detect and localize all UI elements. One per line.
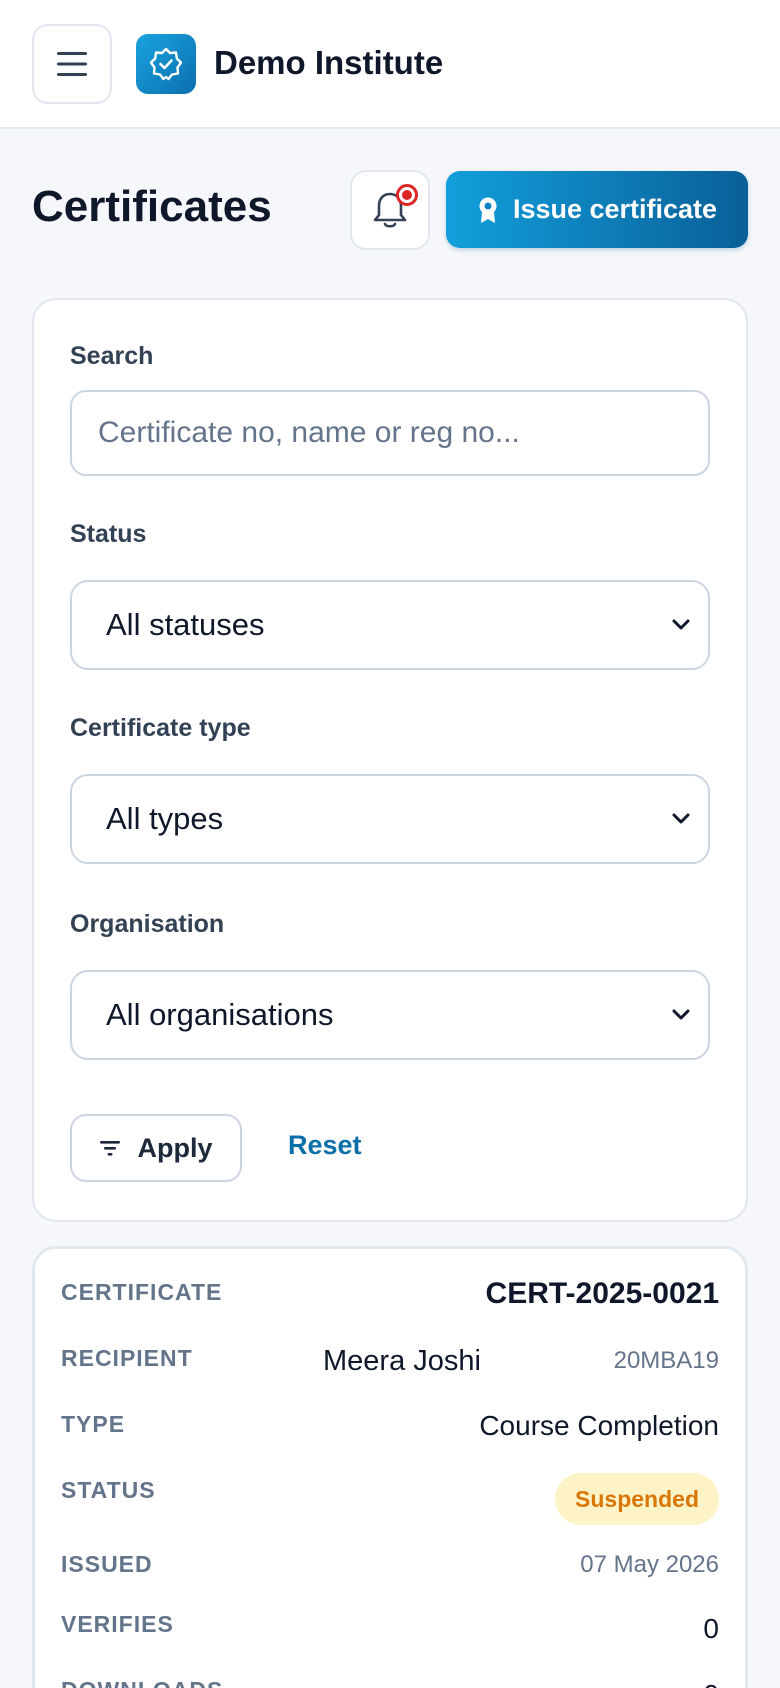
recipient-name: Meera Joshi — [323, 1345, 481, 1377]
apply-filters-button[interactable]: Apply — [70, 1114, 242, 1182]
status-select-value: All statuses — [106, 607, 265, 642]
certificate-number[interactable]: CERT-2025-0021 — [486, 1277, 719, 1311]
search-label: Search — [70, 342, 154, 370]
verified-badge-icon — [149, 47, 183, 81]
recipient-key: RECIPIENT — [61, 1345, 193, 1371]
status-key: STATUS — [61, 1477, 156, 1503]
certificate-type-label: Certificate type — [70, 714, 251, 742]
status-label: Status — [70, 520, 147, 548]
organisation-select-value: All organisations — [106, 997, 334, 1032]
reset-filters-link[interactable]: Reset — [288, 1130, 362, 1161]
verifies-count: 0 — [703, 1613, 719, 1644]
downloads-key: DOWNLOADS — [61, 1677, 223, 1688]
award-ribbon-icon — [479, 197, 497, 223]
issued-date: 07 May 2026 — [580, 1551, 719, 1578]
certificate-type-value: Course Completion — [479, 1410, 719, 1441]
search-input[interactable] — [70, 390, 710, 476]
chevron-down-icon — [670, 808, 692, 830]
organisation-select[interactable]: All organisations — [70, 970, 710, 1060]
filter-panel: Search Status All statuses Certificate t… — [32, 298, 748, 1222]
certificate-type-select[interactable]: All types — [70, 774, 710, 864]
certificate-type-select-value: All types — [106, 801, 224, 836]
downloads-count: 0 — [703, 1679, 719, 1688]
verifies-key: VERIFIES — [61, 1611, 174, 1637]
menu-button[interactable] — [32, 24, 112, 104]
brand-name: Demo Institute — [214, 44, 444, 81]
status-badge: Suspended — [555, 1473, 719, 1525]
status-select[interactable]: All statuses — [70, 580, 710, 670]
issued-key: ISSUED — [61, 1551, 153, 1577]
filter-lines-icon — [100, 1141, 121, 1156]
issue-certificate-label: Issue certificate — [512, 194, 718, 224]
page-title: Certificates — [32, 182, 272, 231]
notification-alert-dot — [396, 184, 418, 206]
certificate-card[interactable]: CERTIFICATE CERT-2025-0021 RECIPIENT Mee… — [32, 1246, 748, 1688]
hamburger-icon — [57, 52, 87, 76]
issue-certificate-button[interactable]: Issue certificate — [446, 171, 748, 248]
organisation-label: Organisation — [70, 910, 225, 938]
chevron-down-icon — [670, 1004, 692, 1026]
recipient-reg-no: 20MBA19 — [613, 1347, 719, 1374]
chevron-down-icon — [670, 614, 692, 636]
brand-logo[interactable] — [136, 34, 196, 94]
apply-label: Apply — [137, 1132, 213, 1163]
type-key: TYPE — [61, 1411, 126, 1437]
certificate-key: CERTIFICATE — [61, 1279, 223, 1305]
notifications-button[interactable] — [350, 170, 430, 250]
top-bar: Demo Institute — [0, 0, 780, 129]
